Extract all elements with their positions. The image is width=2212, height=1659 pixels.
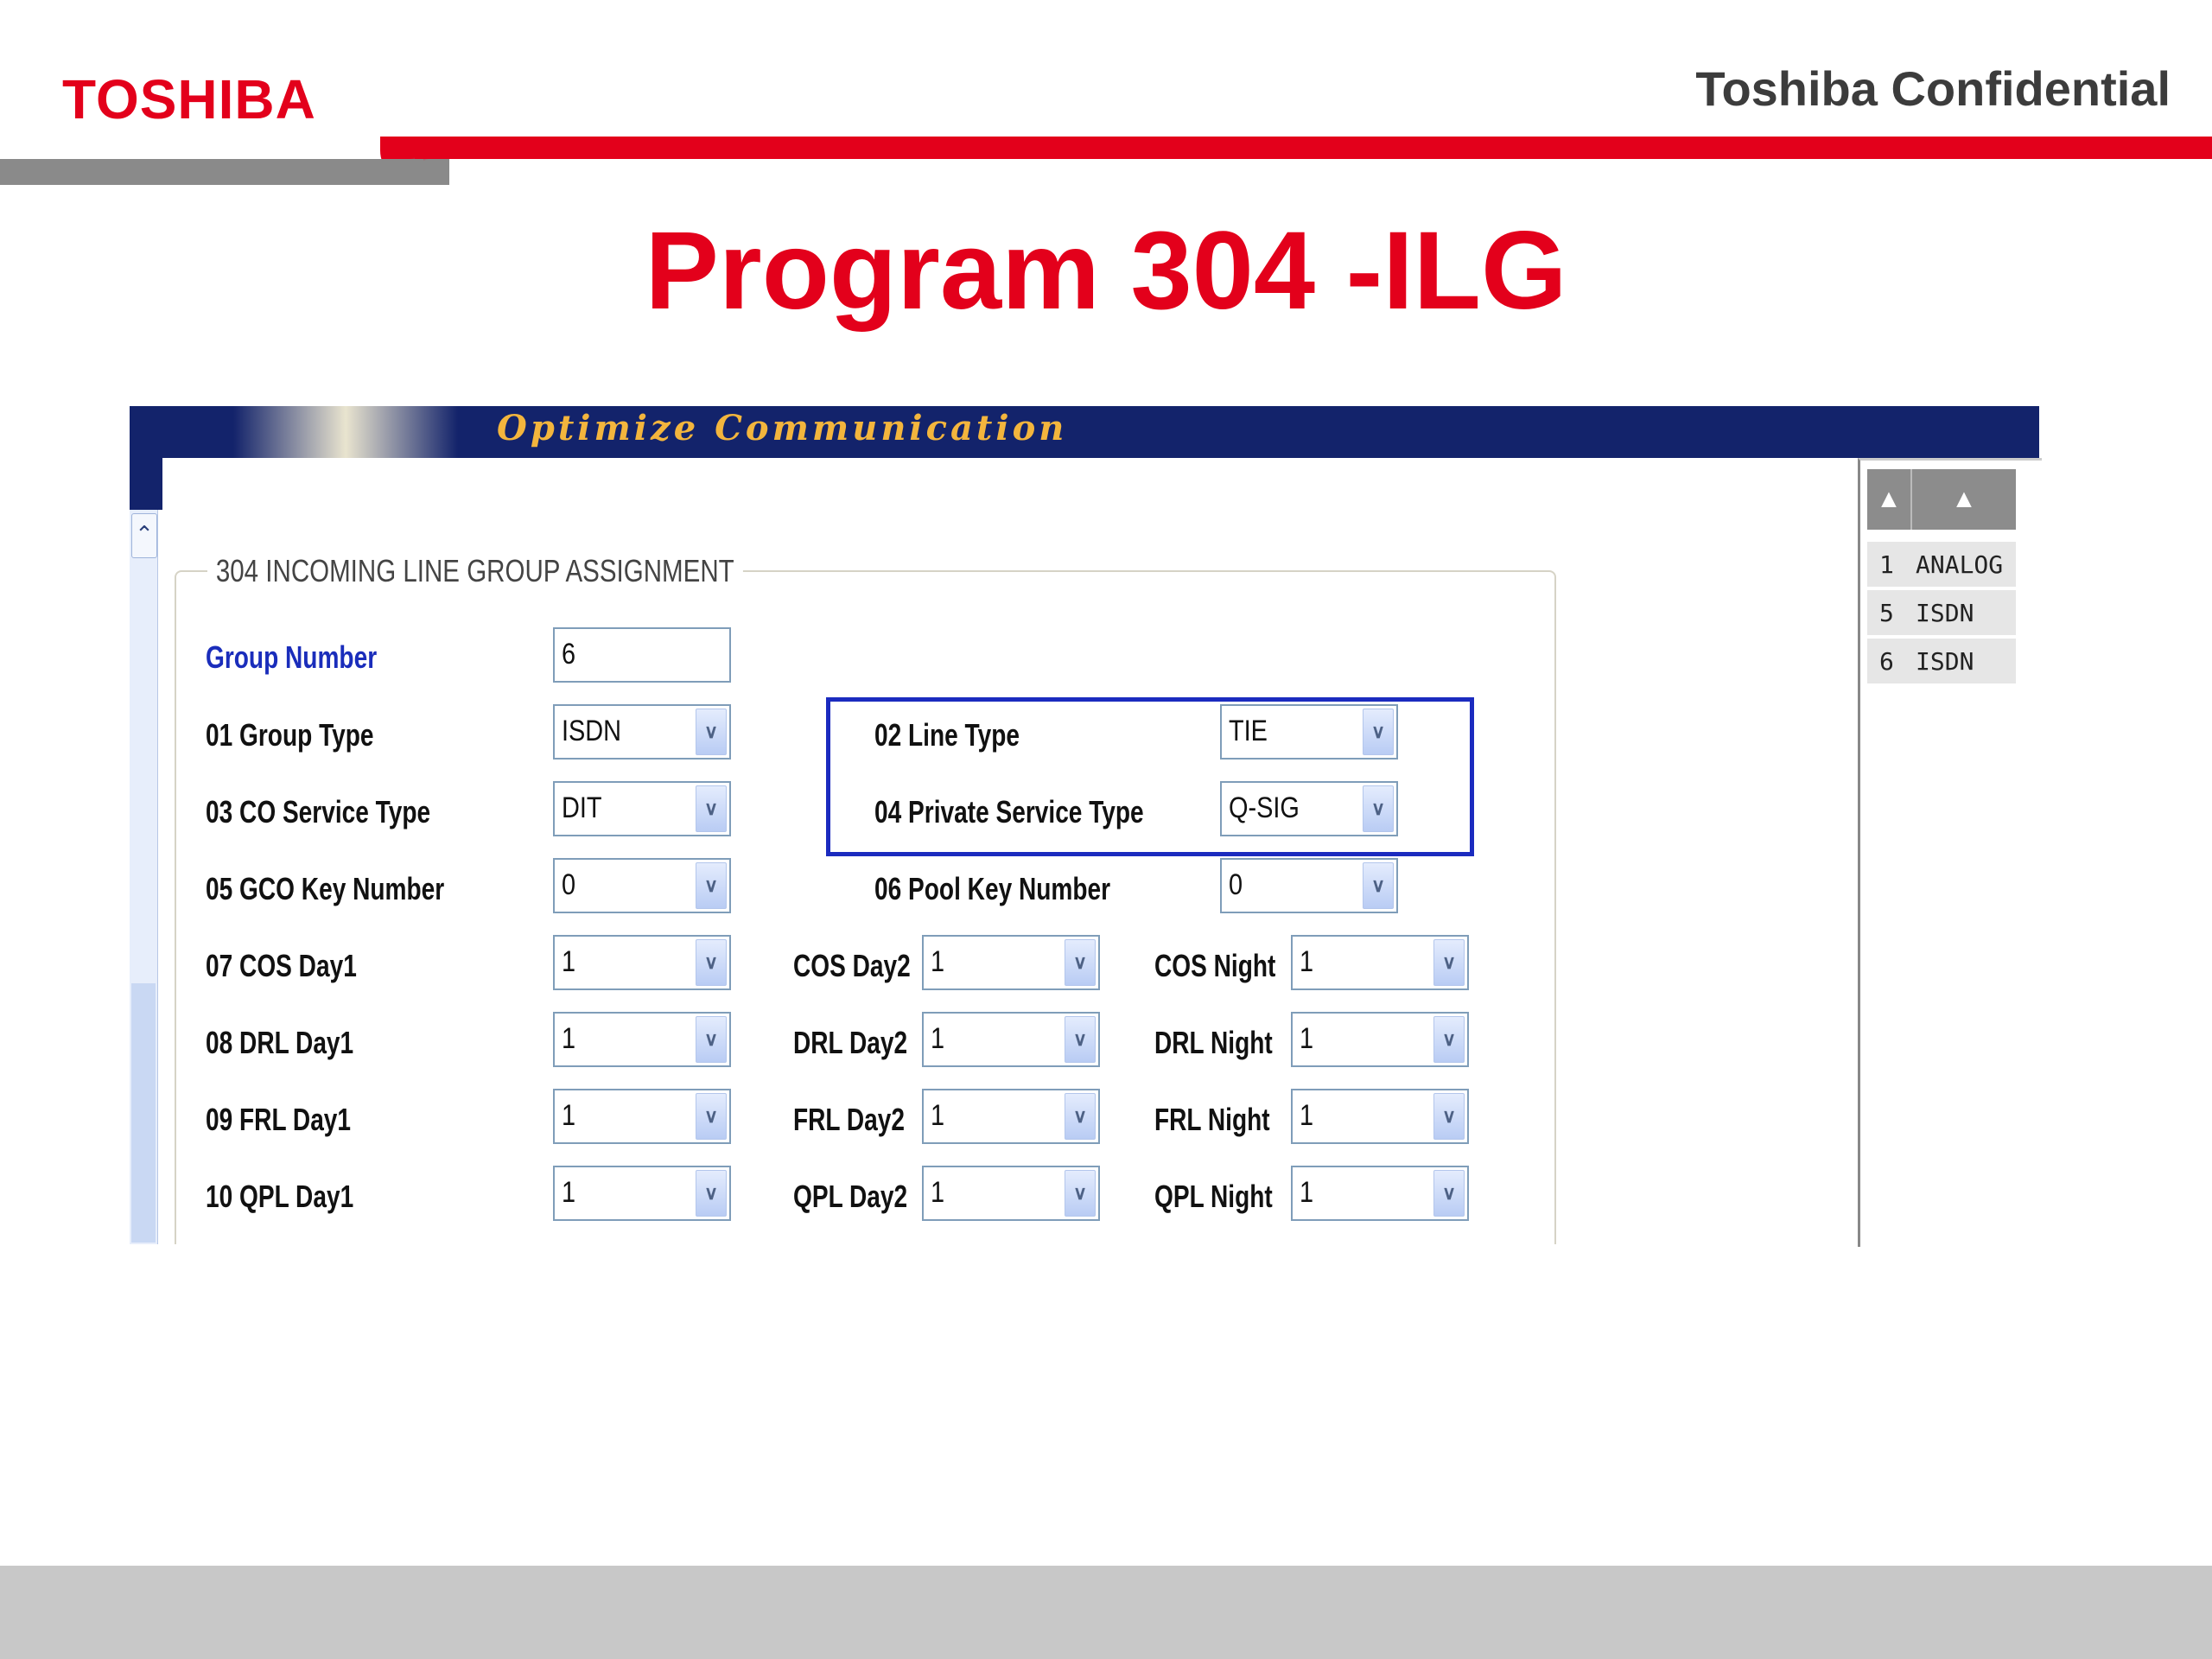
chevron-up-icon: ⌃ bbox=[135, 521, 154, 547]
group-number-value: 6 bbox=[562, 638, 576, 671]
qpl-night-select[interactable]: 1 ∨ bbox=[1291, 1166, 1469, 1221]
frl-day2-value: 1 bbox=[931, 1099, 945, 1132]
section-title: 304 INCOMING LINE GROUP ASSIGNMENT bbox=[207, 553, 743, 589]
sort-type-button[interactable]: ▲ bbox=[1912, 469, 2016, 530]
app-window: Optimize Communication ⌃ 304 INCOMING LI… bbox=[130, 406, 2039, 1244]
group-list-item[interactable]: 5 ISDN bbox=[1867, 590, 2016, 637]
drl-day2-value: 1 bbox=[931, 1022, 945, 1055]
chevron-down-icon[interactable]: ∨ bbox=[696, 1016, 727, 1063]
chevron-down-icon[interactable]: ∨ bbox=[696, 939, 727, 986]
confidential-label: Toshiba Confidential bbox=[1695, 61, 2171, 116]
scrollbar-thumb[interactable] bbox=[131, 983, 156, 1243]
group-type-select[interactable]: ISDN ∨ bbox=[553, 704, 731, 760]
group-list-item-type: ANALOG bbox=[1916, 550, 2004, 579]
qpl-day2-value: 1 bbox=[931, 1176, 945, 1209]
qpl-night-value: 1 bbox=[1300, 1176, 1314, 1209]
group-list-item-number: 5 bbox=[1879, 599, 1894, 627]
row-label-day2: QPL Day2 bbox=[793, 1179, 908, 1214]
cos-night-value: 1 bbox=[1300, 945, 1314, 978]
row-label-day2: FRL Day2 bbox=[793, 1102, 906, 1137]
co-service-type-label: 03 CO Service Type bbox=[206, 794, 431, 830]
cos-day1-select[interactable]: 1 ∨ bbox=[553, 935, 731, 990]
frl-day1-value: 1 bbox=[562, 1099, 576, 1132]
chevron-down-icon[interactable]: ∨ bbox=[1065, 1093, 1096, 1140]
row-label-night: COS Night bbox=[1154, 948, 1276, 983]
banner-left-bar bbox=[130, 458, 162, 510]
chevron-down-icon[interactable]: ∨ bbox=[1433, 939, 1465, 986]
group-type-value: ISDN bbox=[562, 715, 622, 747]
toshiba-logo: TOSHIBA bbox=[62, 68, 316, 130]
drl-day2-select[interactable]: 1 ∨ bbox=[922, 1012, 1100, 1067]
app-banner: Optimize Communication bbox=[130, 406, 2039, 458]
group-list-header: ▲ ▲ bbox=[1867, 469, 2016, 530]
chevron-down-icon[interactable]: ∨ bbox=[696, 709, 727, 755]
chevron-down-icon[interactable]: ∨ bbox=[1433, 1170, 1465, 1217]
slide-title: Program 304 -ILG bbox=[645, 209, 1567, 333]
row-label-day2: DRL Day2 bbox=[793, 1025, 908, 1060]
chevron-down-icon[interactable]: ∨ bbox=[1065, 1170, 1096, 1217]
qpl-day1-value: 1 bbox=[562, 1176, 576, 1209]
gco-key-number-select[interactable]: 0 ∨ bbox=[553, 858, 731, 913]
co-service-type-value: DIT bbox=[562, 791, 602, 824]
chevron-down-icon[interactable]: ∨ bbox=[696, 1093, 727, 1140]
frl-day2-select[interactable]: 1 ∨ bbox=[922, 1089, 1100, 1144]
chevron-down-icon[interactable]: ∨ bbox=[1433, 1093, 1465, 1140]
row-label-night: FRL Night bbox=[1154, 1102, 1270, 1137]
group-list-item-number: 1 bbox=[1879, 550, 1894, 579]
chevron-down-icon[interactable]: ∨ bbox=[1065, 939, 1096, 986]
footer-band bbox=[0, 1566, 2212, 1659]
group-list-panel: ▲ ▲ 1 ANALOG 5 ISDN 6 ISDN bbox=[1858, 458, 2042, 1247]
triangle-up-icon: ▲ bbox=[1951, 485, 1977, 513]
header-grey-band bbox=[0, 159, 423, 185]
group-number-label: Group Number bbox=[206, 639, 378, 675]
cos-day2-value: 1 bbox=[931, 945, 945, 978]
row-label-night: QPL Night bbox=[1154, 1179, 1273, 1214]
gco-key-number-label: 05 GCO Key Number bbox=[206, 871, 445, 906]
sort-number-button[interactable]: ▲ bbox=[1867, 469, 1912, 530]
pool-key-number-select[interactable]: 0 ∨ bbox=[1220, 858, 1398, 913]
drl-night-select[interactable]: 1 ∨ bbox=[1291, 1012, 1469, 1067]
group-list-item[interactable]: 6 ISDN bbox=[1867, 639, 2016, 685]
group-list-item-type: ISDN bbox=[1916, 647, 1974, 676]
chevron-down-icon[interactable]: ∨ bbox=[1433, 1016, 1465, 1063]
chevron-down-icon[interactable]: ∨ bbox=[696, 1170, 727, 1217]
frl-day1-select[interactable]: 1 ∨ bbox=[553, 1089, 731, 1144]
group-list-item-type: ISDN bbox=[1916, 599, 1974, 627]
chevron-down-icon[interactable]: ∨ bbox=[696, 785, 727, 832]
chevron-down-icon[interactable]: ∨ bbox=[1363, 862, 1394, 909]
highlight-box bbox=[826, 697, 1474, 856]
header-red-band bbox=[415, 137, 2212, 159]
drl-night-value: 1 bbox=[1300, 1022, 1314, 1055]
cos-night-select[interactable]: 1 ∨ bbox=[1291, 935, 1469, 990]
qpl-day1-select[interactable]: 1 ∨ bbox=[553, 1166, 731, 1221]
chevron-down-icon[interactable]: ∨ bbox=[1065, 1016, 1096, 1063]
cos-day1-value: 1 bbox=[562, 945, 576, 978]
banner-tagline: Optimize Communication bbox=[497, 408, 1068, 448]
group-type-label: 01 Group Type bbox=[206, 717, 374, 753]
row-label-night: DRL Night bbox=[1154, 1025, 1273, 1060]
pool-key-number-value: 0 bbox=[1229, 868, 1243, 901]
drl-day1-select[interactable]: 1 ∨ bbox=[553, 1012, 731, 1067]
drl-day1-value: 1 bbox=[562, 1022, 576, 1055]
row-label-day1: 07 COS Day1 bbox=[206, 948, 357, 983]
group-number-input[interactable]: 6 bbox=[553, 627, 731, 683]
group-list-item-number: 6 bbox=[1879, 647, 1894, 676]
vertical-scrollbar[interactable]: ⌃ bbox=[130, 510, 158, 1244]
frl-night-value: 1 bbox=[1300, 1099, 1314, 1132]
gco-key-number-value: 0 bbox=[562, 868, 576, 901]
co-service-type-select[interactable]: DIT ∨ bbox=[553, 781, 731, 836]
row-label-day1: 08 DRL Day1 bbox=[206, 1025, 354, 1060]
scroll-up-button[interactable]: ⌃ bbox=[131, 513, 157, 558]
row-label-day2: COS Day2 bbox=[793, 948, 911, 983]
cos-day2-select[interactable]: 1 ∨ bbox=[922, 935, 1100, 990]
triangle-up-icon: ▲ bbox=[1876, 485, 1902, 513]
banner-glow bbox=[233, 406, 458, 458]
row-label-day1: 09 FRL Day1 bbox=[206, 1102, 352, 1137]
frl-night-select[interactable]: 1 ∨ bbox=[1291, 1089, 1469, 1144]
pool-key-number-label: 06 Pool Key Number bbox=[874, 871, 1111, 906]
group-list-item[interactable]: 1 ANALOG bbox=[1867, 542, 2016, 588]
chevron-down-icon[interactable]: ∨ bbox=[696, 862, 727, 909]
qpl-day2-select[interactable]: 1 ∨ bbox=[922, 1166, 1100, 1221]
row-label-day1: 10 QPL Day1 bbox=[206, 1179, 354, 1214]
